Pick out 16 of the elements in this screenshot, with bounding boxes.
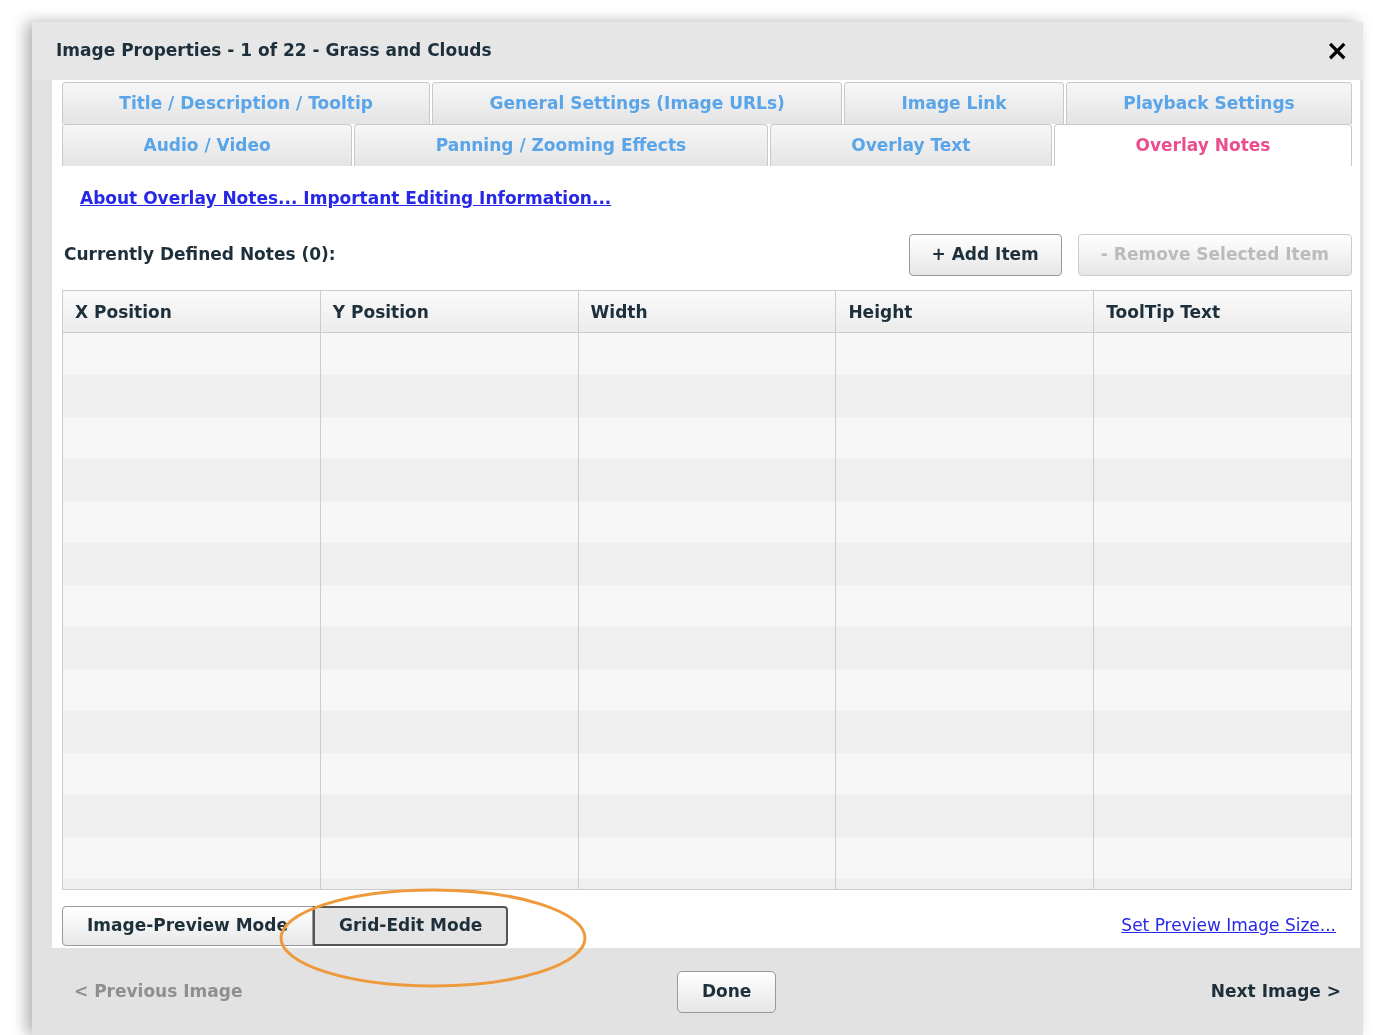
done-button[interactable]: Done <box>676 970 777 1013</box>
column-header[interactable]: Y Position <box>320 290 579 332</box>
window-title: Image Properties - 1 of 22 - Grass and Clouds <box>56 39 492 63</box>
column-header[interactable]: ToolTip Text <box>1094 290 1351 332</box>
preview-size-link[interactable]: Set Preview Image Size... <box>1121 912 1336 939</box>
close-icon[interactable]: × <box>1325 37 1349 65</box>
column-header[interactable]: Height <box>836 290 1095 332</box>
next-image-link[interactable]: Next Image > <box>1210 978 1341 1005</box>
column-header[interactable]: X Position <box>63 290 321 332</box>
mode-button[interactable]: Grid-Edit Mode <box>313 905 509 946</box>
mode-button[interactable]: Image-Preview Mode <box>62 905 313 946</box>
column-header[interactable]: Width <box>578 290 837 332</box>
add-item-button[interactable]: + Add Item <box>908 233 1062 276</box>
notes-label: Currently Defined Notes (0): <box>64 242 337 266</box>
info-link[interactable]: About Overlay Notes... Important Editing Information... <box>80 186 612 212</box>
tab[interactable]: Overlay Notes <box>1054 124 1352 166</box>
